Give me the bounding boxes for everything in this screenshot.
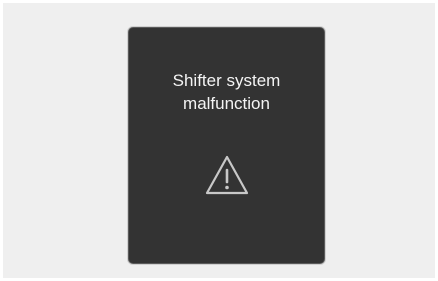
shifter-malfunction-popup: Shifter system malfunction (128, 27, 325, 264)
message-line-2: malfunction (183, 94, 270, 113)
warning-triangle-icon (203, 153, 251, 197)
warning-message: Shifter system malfunction (129, 69, 324, 115)
screen-background: Shifter system malfunction (3, 3, 435, 278)
message-line-1: Shifter system (172, 71, 281, 90)
